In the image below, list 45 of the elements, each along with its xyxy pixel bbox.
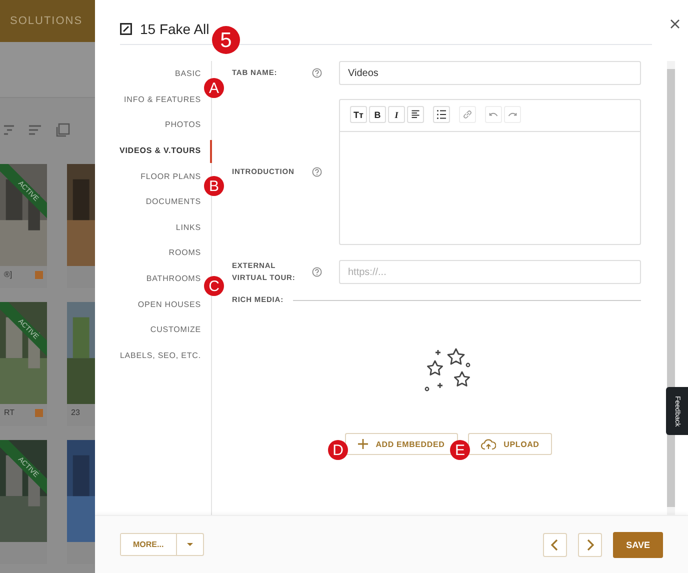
card-caption: 23 <box>71 408 80 417</box>
list-icon[interactable] <box>433 106 450 123</box>
bold-button[interactable]: B <box>369 106 386 123</box>
card-caption: RT <box>4 408 15 417</box>
next-icon[interactable] <box>578 532 602 556</box>
nav-tab[interactable]: INFO & FEATURES <box>124 94 201 104</box>
align-left-icon[interactable] <box>407 106 424 123</box>
nav-tab[interactable]: BASIC <box>174 69 201 78</box>
edit-icon <box>120 23 132 35</box>
help-icon[interactable] <box>312 267 322 277</box>
upload-button[interactable]: UPLOAD <box>468 433 552 455</box>
scrollbar[interactable] <box>667 61 675 515</box>
help-icon[interactable] <box>312 68 322 78</box>
help-icon[interactable] <box>312 167 322 177</box>
italic-button[interactable]: I <box>388 106 405 123</box>
plus-icon <box>358 439 368 449</box>
previous-icon[interactable] <box>543 532 568 556</box>
listing-card[interactable]: 23 <box>67 302 95 426</box>
nav-tab[interactable]: CUSTOMIZE <box>150 325 201 334</box>
nav-tab[interactable]: LABELS, SEO, ETC. <box>120 350 201 360</box>
text-field[interactable]: Videos <box>339 61 641 85</box>
more-button[interactable]: MORE... <box>121 534 177 555</box>
cloud-upload-icon <box>480 438 496 450</box>
nav-tab[interactable]: VIDEOS & V.TOURS <box>119 146 201 156</box>
card-caption: ®] <box>4 270 12 279</box>
brand-tab[interactable]: SOLUTIONS <box>10 15 83 27</box>
rich-text-editor[interactable]: Tт B I <box>339 99 641 245</box>
nav-tab[interactable]: BATHROOMS <box>146 274 201 284</box>
nav-tab[interactable]: DOCUMENTS <box>146 197 201 206</box>
nav-tab[interactable]: OPEN HOUSES <box>138 300 201 309</box>
close-icon[interactable] <box>670 19 680 29</box>
nav-tab[interactable]: FLOOR PLANS <box>140 172 201 181</box>
nav-tab[interactable]: LINKS <box>176 222 201 232</box>
sort-icon[interactable] <box>28 124 42 136</box>
filter-icon[interactable] <box>4 124 14 136</box>
redo-icon[interactable] <box>504 106 521 123</box>
text-field[interactable]: https://... <box>339 260 641 284</box>
nav-tab[interactable]: ROOMS <box>168 248 201 258</box>
save-button[interactable]: SAVE <box>613 532 663 558</box>
modal-title: 15 Fake All <box>140 21 210 37</box>
undo-icon[interactable] <box>485 106 502 123</box>
nav-tab[interactable]: PHOTOS <box>164 120 201 130</box>
text-size-button[interactable]: Tт <box>350 106 367 123</box>
gallery-icon[interactable] <box>56 123 70 137</box>
link-icon[interactable] <box>459 106 476 123</box>
